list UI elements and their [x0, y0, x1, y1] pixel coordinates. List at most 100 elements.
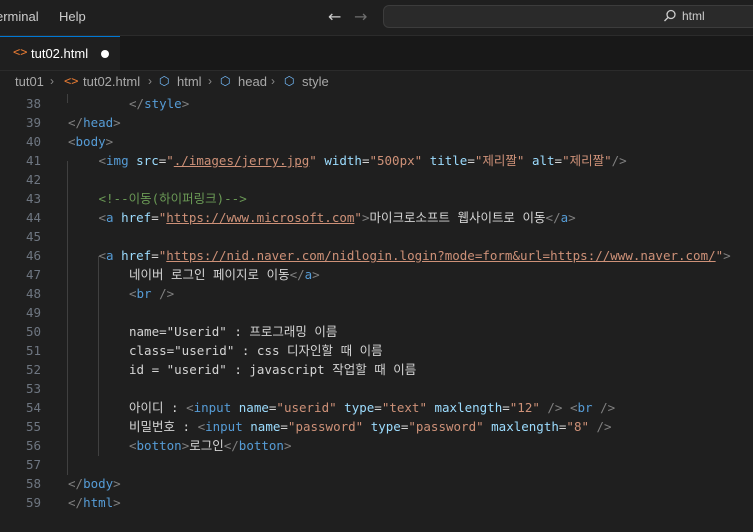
element-cube-icon: ⬡: [159, 74, 170, 88]
code-token: </: [68, 476, 84, 491]
element-cube-icon: ⬡: [220, 74, 231, 88]
code-token: <: [98, 153, 107, 168]
code-text: <a href="https://nid.naver.com/nidlogin.…: [99, 246, 731, 265]
code-token: width: [324, 153, 362, 168]
code-token: ": [309, 153, 317, 168]
breadcrumb-item-tut02-html[interactable]: tut02.html: [83, 74, 140, 89]
back-arrow-icon[interactable]: ←: [328, 7, 341, 26]
code-token: title: [429, 153, 468, 168]
code-token: =: [467, 153, 475, 168]
code-token: =: [554, 153, 563, 168]
unsaved-dot-icon[interactable]: [101, 50, 109, 58]
code-token: <!--이동(하이퍼링크)-->: [98, 191, 247, 206]
line-number: 50: [25, 324, 41, 339]
code-token: "text": [381, 400, 427, 415]
code-token: =: [280, 419, 288, 434]
code-token: br: [577, 400, 593, 415]
code-token: <: [68, 134, 76, 149]
code-text: </body>: [68, 474, 121, 493]
search-icon: [664, 9, 676, 22]
code-line: 53: [0, 379, 753, 398]
code-token: html: [83, 495, 114, 510]
code-token: botton: [136, 438, 182, 453]
code-token: >: [312, 267, 320, 282]
code-line: 50 name="Userid" : 프로그래밍 이름: [0, 322, 753, 341]
line-number: 59: [25, 495, 41, 510]
code-token: <: [98, 248, 107, 263]
code-line: 57: [0, 455, 753, 474]
code-token: =: [374, 400, 382, 415]
code-token: "password": [287, 419, 364, 434]
line-number: 49: [25, 305, 41, 320]
tab-tut02-html[interactable]: <> tut02.html: [0, 36, 120, 70]
code-token: <: [129, 286, 137, 301]
code-line: 47 네이버 로그인 페이지로 이동</a>: [0, 265, 753, 284]
code-token: "제리짤": [474, 153, 525, 168]
code-token: https://nid.naver.com/nidlogin.login?mod…: [166, 248, 716, 263]
code-text: class="userid" : css 디자인할 때 이름: [129, 341, 383, 360]
code-token: src: [136, 153, 159, 168]
breadcrumb: tut01 › <> tut02.html › ⬡ html › ⬡ head …: [0, 71, 753, 93]
code-token: maxlength: [434, 400, 503, 415]
menu-terminal[interactable]: erminal: [0, 9, 39, 24]
tab-label: tut02.html: [31, 46, 89, 61]
code-line: 41 <img src = "./images/jerry.jpg" width = "5…: [0, 151, 753, 170]
code-line: 55 비밀번호 : <input name="password" type="pa…: [0, 417, 753, 436]
breadcrumb-item-tut01[interactable]: tut01: [15, 74, 44, 89]
code-token: botton: [238, 438, 284, 453]
code-token: <: [197, 419, 206, 434]
title-bar: erminal Help ← → html: [0, 0, 753, 36]
code-token: a: [106, 248, 114, 263]
command-center-text: html: [682, 9, 705, 23]
code-token: <: [186, 400, 194, 415]
code-token: 아이디 :: [129, 400, 187, 415]
code-token: />: [596, 419, 612, 434]
code-token: https://www.microsoft.com: [166, 210, 355, 225]
code-token: </: [68, 115, 84, 130]
code-token: >: [181, 96, 190, 111]
line-number: 43: [25, 191, 41, 206]
code-text: 비밀번호 : <input name="password" type="pass…: [129, 417, 612, 436]
code-line: 42: [0, 170, 753, 189]
code-token: "500px": [369, 153, 423, 168]
code-line: 45: [0, 227, 753, 246]
code-line: 48 <br />: [0, 284, 753, 303]
breadcrumb-item-head[interactable]: head: [238, 74, 267, 89]
breadcrumb-item-style[interactable]: style: [302, 74, 329, 89]
code-line: 43 <!--이동(하이퍼링크)-->: [0, 189, 753, 208]
menu-help[interactable]: Help: [59, 9, 86, 24]
forward-arrow-icon[interactable]: →: [354, 7, 367, 26]
breadcrumb-item-html[interactable]: html: [177, 74, 202, 89]
code-token: </: [545, 210, 561, 225]
code-token: a: [106, 210, 114, 225]
code-token: =: [502, 400, 510, 415]
code-text: name="Userid" : 프로그래밍 이름: [129, 322, 337, 341]
code-token: <: [129, 438, 137, 453]
code-token: "password": [408, 419, 484, 434]
code-token: name: [238, 400, 269, 415]
chevron-right-icon: ›: [271, 74, 275, 88]
element-cube-icon: ⬡: [284, 74, 295, 88]
code-token: >: [113, 115, 121, 130]
code-token: class="userid" : css 디자인할 때 이름: [129, 343, 383, 358]
code-token: a: [560, 210, 569, 225]
chevron-right-icon: ›: [50, 74, 54, 88]
code-token: input: [193, 400, 232, 415]
code-text: <img src = "./images/jerry.jpg" width = "500…: [99, 151, 627, 170]
code-token: style: [144, 96, 182, 111]
code-token: href: [121, 210, 152, 225]
code-token: ": [166, 153, 174, 168]
code-token: 마이크로소프트 웹사이트로 이동: [369, 210, 546, 225]
line-number: 44: [25, 210, 41, 225]
code-editor[interactable]: 38 </style> 39 </head> 40 <body> 41 <img src=".…: [0, 94, 753, 532]
code-line: 54 아이디 : <input name="userid" type="text"…: [0, 398, 753, 417]
code-line: 44 <a href="https://www.microsoft.com">마이…: [0, 208, 753, 227]
code-line: 38 </style>: [0, 94, 753, 113]
